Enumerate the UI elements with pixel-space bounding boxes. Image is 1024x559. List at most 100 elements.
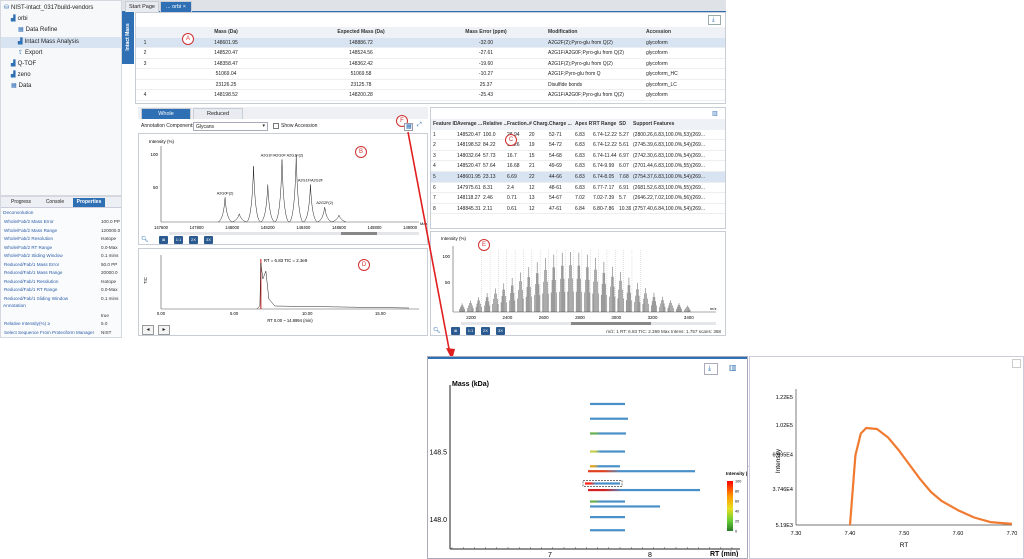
column-header[interactable]: SD [619,119,631,129]
property-row[interactable]: Whole/Fab/2 Resolution Isotope [1,235,121,244]
tree-item[interactable]: ⇪ Export [1,48,121,59]
mz-zoom-1[interactable]: 1:1 [466,327,475,335]
feature-map-chart-button[interactable]: ▥ [727,363,741,375]
tic-chromatogram-chart[interactable]: TIC 0.00 5.00 10.00 15.00 RT 0.00 ~ 14.8994 (… [139,249,427,323]
table-row[interactable]: 23126.25 23125.78 25.37 Disulfide bonds glyc… [136,80,725,90]
tab-console[interactable]: Console [39,198,71,207]
show-accession-checkbox[interactable] [273,123,279,129]
property-row[interactable]: Whole/Fab/2 RT Range 0.0-Max [1,244,121,253]
table-row[interactable]: 4 148520.47 57.64 16.68 21 49-69 6.83 6.74-9.99… [431,161,725,172]
mz-zoom-3[interactable]: 3X [496,327,505,335]
spectrum-zoom-1[interactable]: 1:1 [174,236,183,244]
property-row[interactable]: true [1,312,121,321]
feature-bar[interactable] [588,488,700,492]
property-row[interactable]: Reduced/Fab/1 Mass Range 20000.0 [1,269,121,278]
mz-zoom-2[interactable]: 2X [481,327,490,335]
column-header[interactable]: Charge ... [549,119,575,129]
magnifier-icon[interactable]: 🔍︎ [433,327,442,335]
chart-toggle-button[interactable]: ▥ [712,110,722,117]
table-row[interactable]: 6 147975.61 8.31 2.4 12 48-61 6.83 6.77-7.17 6.9… [431,183,725,194]
tree-item[interactable]: ⛁ NIST-intact_0317build-vendors [1,3,121,14]
table-row[interactable]: 51069.04 51069.58 -10.27 A2G1F;Pyro-glu fro… [136,69,725,80]
feature-bar[interactable] [590,450,625,453]
feature-bar[interactable] [590,402,625,406]
column-header[interactable]: Fraction... [507,119,529,129]
tree-item[interactable]: ▟ orbi [1,14,121,25]
property-row[interactable]: Reduced/Fab/1 Resolution Isotope [1,278,121,287]
feature-map-button[interactable]: ▦ [404,123,413,131]
tab-properties[interactable]: Properties [73,198,105,207]
tab-start-page[interactable]: Start Page [125,1,159,12]
feature-bar[interactable] [590,505,660,508]
feature-bar[interactable] [590,500,625,503]
side-tab-intact-mass[interactable]: Intact Mass [122,12,134,64]
column-header[interactable]: Modification [548,27,644,37]
column-header[interactable]: Feature ID [433,119,457,129]
column-header[interactable]: Relative ... [483,119,507,129]
table-row[interactable]: 8 148845.31 2.11 0.61 12 47-61 6.84 6.80-7.86 10… [431,204,725,215]
table-row[interactable]: 2 148520.47 148524.56 -27.61 A2G1F/A2G0F;Pyr… [136,48,725,59]
spectrum-zoom-3[interactable]: 3X [204,236,213,244]
feature-bar[interactable] [590,529,625,532]
feature-bar[interactable] [590,432,626,435]
property-row[interactable]: Whole/Fab/2 Mass Error 100.0 PP [1,218,121,227]
property-row[interactable]: Reduced/Fab/1 RT Range 0.0-Max [1,286,121,295]
column-header[interactable]: Accession [646,27,724,37]
feature-map-export-button[interactable]: ⤓ [704,363,718,375]
table-row[interactable]: 4 148198.52 148200.28 -25.43 A2G1F/A2G0F;Pyr… [136,90,725,101]
feature-bar[interactable] [588,470,695,473]
mz-spectrum-chart[interactable]: Intensity (%) m/z 100 50 2200 2400 2600 2800 300… [431,232,725,324]
property-row[interactable]: Whole/Fab/2 Sliding Window 0.1 mins [1,252,121,261]
column-header[interactable]: Support Features [633,119,725,129]
tree-item[interactable]: ▟ zeno [1,70,121,81]
table-row[interactable]: 2148198.5284.2217.261954-726.836.74-12.2… [431,140,725,151]
property-row[interactable]: Reduced/Fab/1 Mass Error 50.0 PP [1,261,121,270]
feature-bar[interactable] [590,417,628,420]
mz-zoom-0[interactable]: ≣ [451,327,460,335]
tree-item[interactable]: ▦ Data [1,81,121,92]
table-row[interactable]: 1148520.47100.028.942052-716.836.74-12.2… [431,130,725,141]
table-row[interactable]: 5 148032.64148038.14-37.16A2G0F(2);Pyro-g… [136,101,725,104]
tic-nav-prev[interactable]: ◂ [142,325,154,335]
feature-bar[interactable] [590,516,625,519]
column-header[interactable]: Apex RT [575,119,593,129]
table-row[interactable]: 3 148358.47 148362.42 -19.60 A2G1F(2);Pyro-g… [136,59,725,69]
tab-progress[interactable]: Progress [5,198,37,207]
mz-scroll-thumb[interactable] [571,322,651,325]
spectrum-zoom-2[interactable]: 2X [189,236,198,244]
property-row[interactable]: Relative Intensity(%) ≥ 5.0 [1,320,121,329]
column-header[interactable]: Mass Error (ppm) [426,27,546,37]
feature-map-chart[interactable]: Mass (kDa) RT (min) 148.5 148.0 7 8 Intensity … [428,377,747,557]
column-header[interactable]: Mass (Da) [156,27,296,37]
table-row[interactable]: 5 148601.95 23.13 6.69 22 44-66 6.83 6.74-8.05 7… [431,172,725,183]
deconvoluted-spectrum-chart[interactable]: Intensity (%) Mass 100 50 147600 147800 148000… [139,134,427,234]
table-row[interactable]: 3 148032.64 57.73 16.7 15 54-68 6.83 6.74-11.44… [431,151,725,162]
spectrum-zoom-0[interactable]: ≣ [159,236,168,244]
table-row[interactable]: 1 148601.95 148886.72 -32.00 A2G2F(2);Pyro-g… [136,37,725,48]
feature-bar[interactable] [590,465,620,468]
tree-item[interactable]: ▟ Q-TOF [1,59,121,70]
tic-nav-next[interactable]: ▸ [158,325,170,335]
column-header[interactable]: # Charg... [529,119,549,129]
tree-item[interactable]: ▟ Intact Mass Analysis [1,36,121,48]
annotation-component-select[interactable]: Glycans ▾ [193,122,268,131]
table-row[interactable]: 7 148118.27 2.46 0.71 13 54-67 7.02 7.02-7.39 5.… [431,193,725,204]
intensity-profile-chart[interactable]: 1.22E51.02E56.995E43.746E45.19E37.30 7.40… [750,357,1023,557]
tab-orbi[interactable]: ... orbi × [160,1,192,12]
column-header[interactable]: Average ... [457,119,483,129]
column-header[interactable]: Expected Mass (Da) [296,27,426,37]
export-button[interactable]: ⤓ [708,15,721,25]
tab-whole[interactable]: Whole [141,108,191,119]
magnifier-icon[interactable]: 🔍︎ [141,236,150,244]
property-row[interactable]: Select Sequence From Proteoform Manager N… [1,329,121,338]
tree-item[interactable]: ▦ Data Refine [1,25,121,36]
column-header[interactable]: RT Range [593,119,619,129]
column-header[interactable] [138,27,152,37]
property-row[interactable]: Whole/Fab/2 Mass Range 120000.0 [1,227,121,236]
fullscreen-button[interactable]: ⤢ [416,122,425,131]
property-row[interactable]: Reduced/Fab/1 Sliding Window 0.1 mins [1,295,121,304]
spectrum-scroll-thumb[interactable] [341,232,377,235]
spectrum-scrollbar[interactable] [169,232,419,235]
mz-scrollbar[interactable] [461,322,716,325]
tab-reduced[interactable]: Reduced [193,108,243,119]
